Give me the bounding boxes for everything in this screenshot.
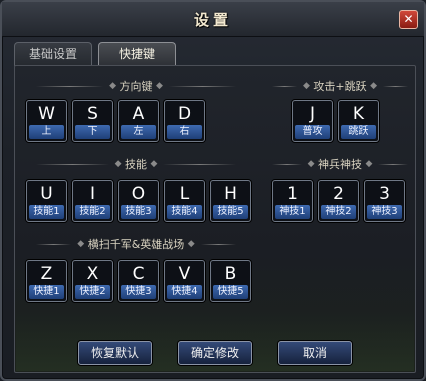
key-letter: S	[87, 104, 98, 124]
dialog-title: 设置	[193, 11, 232, 29]
key-letter: J	[309, 104, 315, 124]
hotkey-c[interactable]: C 快捷3	[118, 260, 159, 302]
key-function: 技能2	[75, 205, 110, 219]
hotkey-w[interactable]: W 上	[26, 100, 67, 142]
section-label-battlefield: ◆ 横扫千军&英雄战场 ◆	[30, 236, 242, 252]
hotkey-k[interactable]: K 跳跃	[338, 100, 379, 142]
hotkey-v[interactable]: V 快捷4	[164, 260, 205, 302]
key-function: 快捷3	[121, 285, 156, 299]
key-letter: K	[352, 104, 365, 124]
key-letter: 1	[287, 184, 298, 204]
key-letter: I	[89, 184, 95, 204]
hotkey-s[interactable]: S 下	[72, 100, 113, 142]
section-skills-text: 技能	[125, 158, 147, 171]
hotkey-o[interactable]: O 技能3	[118, 180, 159, 222]
section-label-divine-skills: ◆ 神兵神技 ◆	[266, 156, 414, 172]
tab-hotkeys[interactable]: 快捷键	[98, 42, 176, 66]
key-function: 技能3	[121, 205, 156, 219]
key-function: 右	[167, 125, 202, 139]
key-letter: V	[178, 264, 191, 284]
confirm-button[interactable]: 确定修改	[178, 341, 252, 365]
key-function: 技能1	[29, 205, 64, 219]
hotkey-1[interactable]: 1 神技1	[272, 180, 313, 222]
key-function: 下	[75, 125, 110, 139]
hotkey-d[interactable]: D 右	[164, 100, 205, 142]
hotkey-l[interactable]: L 技能4	[164, 180, 205, 222]
close-icon[interactable]: ✕	[399, 10, 418, 29]
hotkey-u[interactable]: U 技能1	[26, 180, 67, 222]
hotkey-x[interactable]: X 快捷2	[72, 260, 113, 302]
key-function: 上	[29, 125, 64, 139]
hotkey-2[interactable]: 2 神技2	[318, 180, 359, 222]
key-letter: W	[38, 104, 55, 124]
key-function: 技能4	[167, 205, 202, 219]
hotkey-j[interactable]: J 普攻	[292, 100, 333, 142]
hotkey-3[interactable]: 3 神技3	[364, 180, 405, 222]
tab-basic-settings[interactable]: 基础设置	[14, 42, 92, 66]
key-function: 技能5	[213, 205, 248, 219]
key-function: 神技2	[321, 205, 356, 219]
key-function: 神技3	[367, 205, 402, 219]
key-letter: L	[179, 184, 190, 204]
section-divine-skills-text: 神兵神技	[318, 158, 362, 171]
key-letter: U	[40, 184, 53, 204]
hotkey-z[interactable]: Z 快捷1	[26, 260, 67, 302]
cancel-button[interactable]: 取消	[278, 341, 352, 365]
key-letter: Z	[40, 264, 53, 284]
section-direction-text: 方向键	[119, 80, 153, 93]
key-letter: B	[224, 264, 237, 284]
section-label-direction: ◆ 方向键 ◆	[30, 78, 242, 94]
key-letter: 2	[333, 184, 344, 204]
key-function: 跳跃	[341, 125, 376, 139]
key-letter: O	[131, 184, 146, 204]
key-function: 左	[121, 125, 156, 139]
key-function: 神技1	[275, 205, 310, 219]
key-function: 快捷5	[213, 285, 248, 299]
key-letter: 3	[379, 184, 390, 204]
hotkey-b[interactable]: B 快捷5	[210, 260, 251, 302]
key-letter: D	[177, 104, 192, 124]
section-label-attack-jump: ◆ 攻击+跳跃 ◆	[266, 78, 414, 94]
key-letter: C	[132, 264, 145, 284]
settings-dialog: 设置 ✕ 基础设置 快捷键 ◆ 方向键 ◆ ◆ 攻击+跳跃 ◆ ◆ 技能 ◆ ◆…	[0, 0, 426, 381]
hotkey-a[interactable]: A 左	[118, 100, 159, 142]
key-function: 快捷1	[29, 285, 64, 299]
restore-default-button[interactable]: 恢复默认	[78, 341, 152, 365]
section-label-skills: ◆ 技能 ◆	[30, 156, 242, 172]
key-function: 快捷2	[75, 285, 110, 299]
section-attack-jump-text: 攻击+跳跃	[313, 80, 367, 93]
section-battlefield-text: 横扫千军&英雄战场	[87, 238, 185, 251]
title-bar[interactable]: 设置 ✕	[2, 2, 424, 37]
hotkey-h[interactable]: H 技能5	[210, 180, 251, 222]
key-function: 普攻	[295, 125, 330, 139]
key-function: 快捷4	[167, 285, 202, 299]
key-letter: X	[86, 264, 99, 284]
key-letter: H	[224, 184, 237, 204]
hotkey-i[interactable]: I 技能2	[72, 180, 113, 222]
key-letter: A	[132, 104, 145, 124]
